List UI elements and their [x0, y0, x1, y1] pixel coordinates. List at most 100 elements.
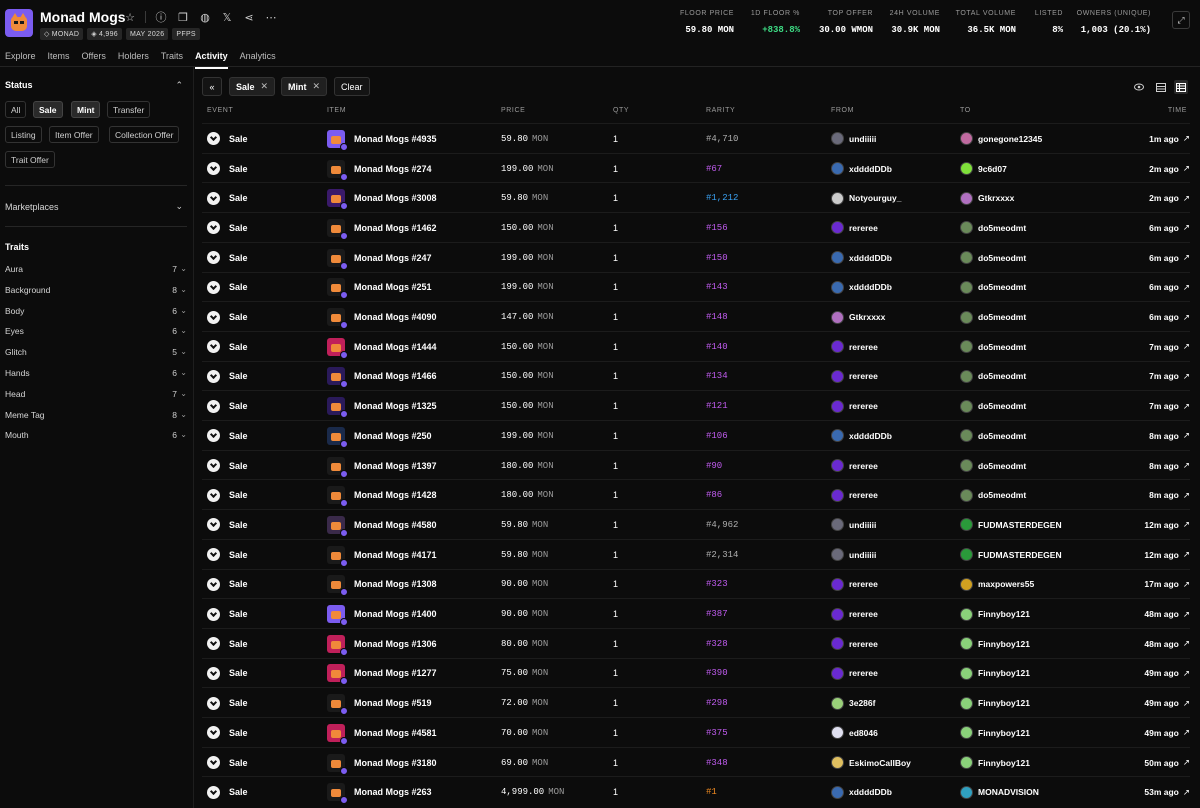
to-username[interactable]: maxpowers55: [978, 579, 1034, 589]
item-cell[interactable]: Monad Mogs #4171: [327, 540, 437, 570]
nft-thumbnail[interactable]: [327, 426, 348, 448]
trait-background[interactable]: Background 8 ⌄: [5, 285, 187, 297]
external-link-icon[interactable]: ↗: [1183, 490, 1190, 501]
item-name[interactable]: Monad Mogs #1308: [354, 579, 437, 589]
item-cell[interactable]: Monad Mogs #4580: [327, 510, 437, 540]
item-cell[interactable]: Monad Mogs #4090: [327, 302, 437, 332]
table-row[interactable]: Sale Monad Mogs #1325 150.00 MON 1 #121 rerere…: [202, 390, 1190, 420]
to-username[interactable]: do5meodmt: [978, 431, 1026, 441]
table-row[interactable]: Sale Monad Mogs #263 4,999.00 MON 1 #1 xddddDD…: [202, 776, 1190, 806]
to-cell[interactable]: do5meodmt: [960, 480, 1026, 510]
table-row[interactable]: Sale Monad Mogs #250 199.00 MON 1 #106 xddddDD…: [202, 420, 1190, 450]
from-username[interactable]: undiiiii: [849, 520, 876, 530]
item-cell[interactable]: Monad Mogs #1308: [327, 570, 437, 600]
table-row[interactable]: Sale Monad Mogs #1306 80.00 MON 1 #328 rereree…: [202, 627, 1190, 659]
time-cell[interactable]: 6m ago ↗: [1149, 213, 1190, 243]
item-name[interactable]: Monad Mogs #1397: [354, 461, 437, 471]
nft-thumbnail[interactable]: [327, 605, 348, 627]
clear-filters-button[interactable]: Clear: [334, 77, 370, 96]
from-username[interactable]: rereree: [849, 639, 878, 649]
external-link-icon[interactable]: ↗: [1183, 668, 1190, 679]
external-link-icon[interactable]: ↗: [1183, 787, 1190, 798]
to-cell[interactable]: Finnyboy121: [960, 659, 1030, 689]
active-filter-mint[interactable]: Mint ✕: [281, 77, 328, 96]
table-row[interactable]: Sale Monad Mogs #4935 59.80 MON 1 #4,710 undii…: [202, 123, 1190, 153]
item-name[interactable]: Monad Mogs #519: [354, 698, 432, 708]
time-cell[interactable]: 53m ago ↗: [1144, 777, 1190, 807]
from-username[interactable]: xddddDDb: [849, 253, 892, 263]
from-cell[interactable]: Notyourguy_: [831, 183, 901, 213]
trait-mouth[interactable]: Mouth 6 ⌄: [5, 430, 187, 442]
from-username[interactable]: rereree: [849, 461, 878, 471]
item-name[interactable]: Monad Mogs #1400: [354, 609, 437, 619]
to-cell[interactable]: do5meodmt: [960, 451, 1026, 481]
item-cell[interactable]: Monad Mogs #1444: [327, 332, 437, 362]
nft-thumbnail[interactable]: [327, 783, 348, 805]
status-filter-listing[interactable]: Listing: [5, 126, 42, 143]
to-cell[interactable]: do5meodmt: [960, 362, 1026, 392]
time-cell[interactable]: 50m ago ↗: [1144, 748, 1190, 778]
list-view-icon[interactable]: [1154, 80, 1168, 94]
item-cell[interactable]: Monad Mogs #3180: [327, 748, 437, 778]
to-username[interactable]: do5meodmt: [978, 461, 1026, 471]
table-row[interactable]: Sale Monad Mogs #4090 147.00 MON 1 #148 Gtkrxx…: [202, 301, 1190, 331]
from-cell[interactable]: undiiiii: [831, 540, 876, 570]
item-name[interactable]: Monad Mogs #247: [354, 253, 432, 263]
from-cell[interactable]: undiiiii: [831, 510, 876, 540]
item-name[interactable]: Monad Mogs #1444: [354, 342, 437, 352]
from-username[interactable]: rereree: [849, 490, 878, 500]
external-link-icon[interactable]: ↗: [1183, 609, 1190, 620]
to-cell[interactable]: do5meodmt: [960, 421, 1026, 451]
from-username[interactable]: Gtkrxxxx: [849, 312, 885, 322]
star-icon[interactable]: ☆: [119, 10, 141, 24]
external-link-icon[interactable]: ↗: [1183, 371, 1190, 382]
trait-head[interactable]: Head 7 ⌄: [5, 389, 187, 401]
time-cell[interactable]: 48m ago ↗: [1144, 599, 1190, 629]
item-name[interactable]: Monad Mogs #274: [354, 164, 432, 174]
to-cell[interactable]: Finnyboy121: [960, 718, 1030, 748]
from-username[interactable]: 3e286f: [849, 698, 875, 708]
from-cell[interactable]: xddddDDb: [831, 421, 892, 451]
nft-thumbnail[interactable]: [327, 397, 348, 419]
from-cell[interactable]: xddddDDb: [831, 154, 892, 184]
from-cell[interactable]: EskimoCallBoy: [831, 748, 911, 778]
chevron-down-icon[interactable]: ⌄: [175, 201, 183, 212]
time-cell[interactable]: 12m ago ↗: [1144, 540, 1190, 570]
table-row[interactable]: Sale Monad Mogs #1400 90.00 MON 1 #387 rereree…: [202, 598, 1190, 628]
nft-thumbnail[interactable]: [327, 308, 348, 330]
table-row[interactable]: Sale Monad Mogs #519 72.00 MON 1 #298 3e286f Fi…: [202, 687, 1190, 717]
status-filter-trait-offer[interactable]: Trait Offer: [5, 151, 55, 168]
from-cell[interactable]: undiiiii: [831, 124, 876, 154]
nft-thumbnail[interactable]: [327, 218, 348, 240]
item-name[interactable]: Monad Mogs #4580: [354, 520, 437, 530]
time-cell[interactable]: 48m ago ↗: [1144, 629, 1190, 659]
table-row[interactable]: Sale Monad Mogs #1444 150.00 MON 1 #140 rerere…: [202, 330, 1190, 362]
item-name[interactable]: Monad Mogs #1277: [354, 668, 437, 678]
time-cell[interactable]: 8m ago ↗: [1149, 421, 1190, 451]
item-name[interactable]: Monad Mogs #1466: [354, 371, 437, 381]
item-cell[interactable]: Monad Mogs #1397: [327, 451, 437, 481]
from-cell[interactable]: rereree: [831, 599, 878, 629]
time-cell[interactable]: 7m ago ↗: [1149, 391, 1190, 421]
table-view-icon[interactable]: [1174, 80, 1188, 94]
external-link-icon[interactable]: ↗: [1183, 401, 1190, 412]
time-cell[interactable]: 7m ago ↗: [1149, 362, 1190, 392]
from-cell[interactable]: rereree: [831, 451, 878, 481]
x-logo-icon[interactable]: 𝕏: [216, 10, 238, 24]
from-username[interactable]: xddddDDb: [849, 787, 892, 797]
to-cell[interactable]: do5meodmt: [960, 302, 1026, 332]
item-name[interactable]: Monad Mogs #1306: [354, 639, 437, 649]
time-cell[interactable]: 8m ago ↗: [1149, 480, 1190, 510]
table-row[interactable]: Sale Monad Mogs #4581 70.00 MON 1 #375 ed8046 F…: [202, 717, 1190, 747]
item-name[interactable]: Monad Mogs #3008: [354, 193, 437, 203]
from-username[interactable]: rereree: [849, 668, 878, 678]
to-username[interactable]: do5meodmt: [978, 223, 1026, 233]
external-link-icon[interactable]: ↗: [1183, 638, 1190, 649]
from-username[interactable]: rereree: [849, 579, 878, 589]
external-link-icon[interactable]: ↗: [1183, 430, 1190, 441]
external-link-icon[interactable]: ↗: [1183, 727, 1190, 738]
item-cell[interactable]: Monad Mogs #1428: [327, 480, 437, 510]
item-name[interactable]: Monad Mogs #4581: [354, 728, 437, 738]
item-cell[interactable]: Monad Mogs #1325: [327, 391, 437, 421]
nft-thumbnail[interactable]: [327, 456, 348, 478]
